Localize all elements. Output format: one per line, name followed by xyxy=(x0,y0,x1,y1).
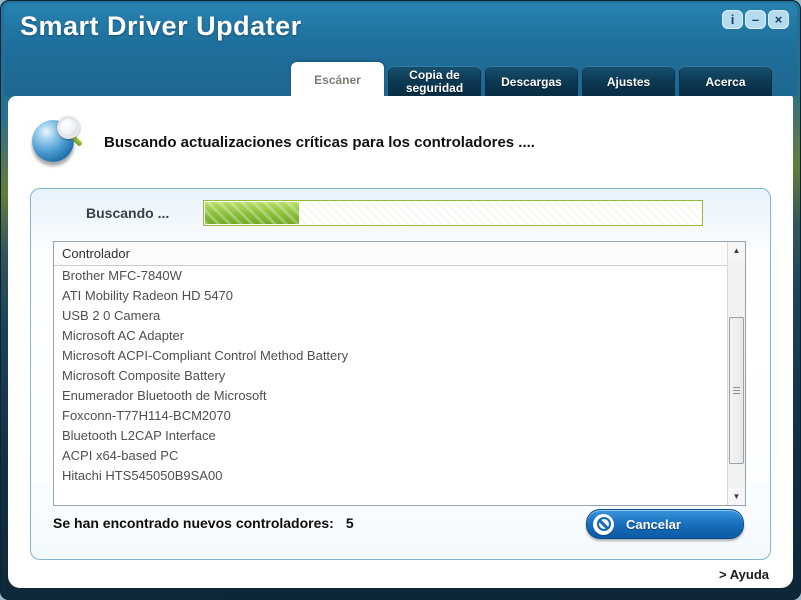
tab-escaner[interactable]: Escáner xyxy=(291,62,384,96)
list-item[interactable]: USB 2 0 Camera xyxy=(54,306,728,326)
app-title: Smart Driver Updater xyxy=(20,11,302,41)
progress-label: Buscando ... xyxy=(86,205,170,221)
tab-label: Ajustes xyxy=(606,74,651,89)
tab-label: Acerca xyxy=(705,74,746,89)
list-item[interactable]: Enumerador Bluetooth de Microsoft xyxy=(54,386,728,406)
list-item[interactable]: Microsoft AC Adapter xyxy=(54,326,728,346)
scan-heading: Buscando actualizaciones críticas para l… xyxy=(104,133,535,151)
list-item[interactable]: Foxconn-T77H114-BCM2070 xyxy=(54,406,728,426)
title-bar: Smart Driver Updater i – × Escáner Copia … xyxy=(4,3,797,96)
list-item[interactable]: Brother MFC-7840W xyxy=(54,266,728,286)
list-item[interactable]: Microsoft ACPI-Compliant Control Method … xyxy=(54,346,728,366)
found-count: 5 xyxy=(345,515,354,531)
minimize-icon: – xyxy=(751,12,760,27)
progress-bar xyxy=(203,200,703,226)
list-item[interactable]: Bluetooth L2CAP Interface xyxy=(54,426,728,446)
list-item[interactable]: ACPI x64-based PC xyxy=(54,446,728,466)
driver-list: Controlador Brother MFC-7840W ATI Mobilit… xyxy=(53,241,746,506)
tab-label: Descargas xyxy=(501,74,562,89)
found-text: Se han encontrado nuevos controladores: 5 xyxy=(53,515,354,531)
progress-row: Buscando ... xyxy=(31,199,770,229)
result-row: Se han encontrado nuevos controladores: 5… xyxy=(31,507,770,547)
app-window: Smart Driver Updater i – × Escáner Copia … xyxy=(0,0,801,600)
list-item[interactable]: Microsoft Composite Battery xyxy=(54,366,728,386)
scroll-up-button[interactable]: ▲ xyxy=(728,242,745,259)
list-header: Controlador xyxy=(54,242,728,266)
tab-label: Copia de seguridad xyxy=(405,68,464,95)
close-icon: × xyxy=(774,12,783,27)
scroll-up-icon: ▲ xyxy=(732,246,741,255)
scrollbar-thumb[interactable] xyxy=(729,317,744,464)
tab-descargas[interactable]: Descargas xyxy=(485,66,578,96)
progress-fill xyxy=(205,202,300,224)
tab-ajustes[interactable]: Ajustes xyxy=(582,66,675,96)
info-button[interactable]: i xyxy=(722,10,743,29)
info-icon: i xyxy=(730,12,735,27)
scan-header: Buscando actualizaciones críticas para l… xyxy=(32,114,769,170)
tab-label: Escáner xyxy=(314,72,361,87)
window-controls: i – × xyxy=(722,10,789,29)
cancel-icon xyxy=(593,513,614,535)
scroll-down-button[interactable]: ▼ xyxy=(728,488,745,505)
thumb-grip-icon xyxy=(733,386,740,394)
cancel-button[interactable]: Cancelar xyxy=(586,509,744,539)
tab-bar: Escáner Copia de seguridad Descargas Ajuste… xyxy=(291,62,772,96)
scan-panel: Buscando ... Controlador Brother MFC-784… xyxy=(30,188,771,560)
tab-acerca[interactable]: Acerca xyxy=(679,66,772,96)
close-button[interactable]: × xyxy=(768,10,789,29)
scroll-down-icon: ▼ xyxy=(732,492,741,501)
search-globe-icon xyxy=(32,116,83,168)
list-item[interactable]: ATI Mobility Radeon HD 5470 xyxy=(54,286,728,306)
magnifier-icon xyxy=(57,116,80,139)
help-link[interactable]: > Ayuda xyxy=(719,567,769,582)
cancel-label: Cancelar xyxy=(626,516,681,532)
list-rows: Brother MFC-7840W ATI Mobility Radeon HD … xyxy=(54,266,728,486)
tab-copia-de-seguridad[interactable]: Copia de seguridad xyxy=(388,66,481,96)
minimize-button[interactable]: – xyxy=(745,10,766,29)
content-area: Buscando actualizaciones críticas para l… xyxy=(8,96,793,588)
list-item[interactable]: Hitachi HTS545050B9SA00 xyxy=(54,466,728,486)
found-label: Se han encontrado nuevos controladores: xyxy=(53,515,334,531)
scrollbar[interactable]: ▲ ▼ xyxy=(727,242,745,505)
